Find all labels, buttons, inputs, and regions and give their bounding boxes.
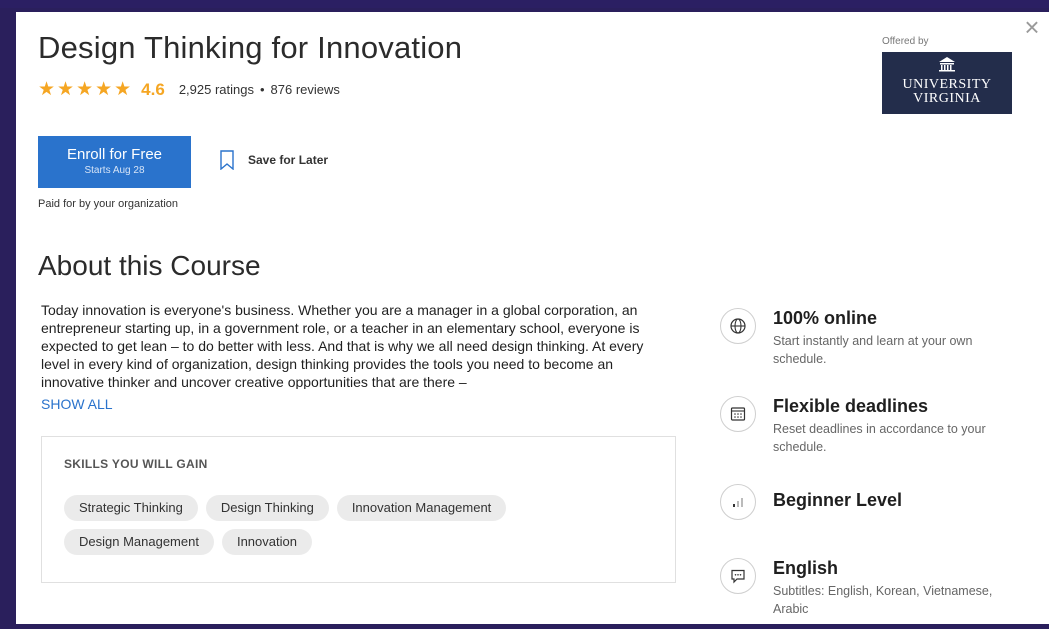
speech-bubble-icon	[720, 558, 756, 594]
ratings-summary: 2,925 ratings • 876 reviews	[179, 82, 340, 97]
enroll-button[interactable]: Enroll for Free Starts Aug 28	[38, 136, 191, 188]
level-bars-icon	[720, 484, 756, 520]
paid-note: Paid for by your organization	[38, 198, 179, 210]
offered-by-label: Offered by	[882, 36, 929, 47]
separator-dot: •	[259, 82, 265, 97]
rating-row: ★★★★★ 4.6 2,925 ratings • 876 reviews	[38, 78, 340, 101]
university-logo[interactable]: UNIVERSITY VIRGINIA	[882, 52, 1012, 114]
show-all-link[interactable]: SHOW ALL	[41, 396, 113, 412]
rotunda-icon	[882, 56, 1012, 76]
course-title: Design Thinking for Innovation	[38, 30, 463, 65]
rating-score: 4.6	[141, 79, 165, 99]
window-frame	[0, 0, 1049, 8]
course-description: Today innovation is everyone's business.…	[41, 302, 644, 389]
course-modal: × Design Thinking for Innovation ★★★★★ 4…	[16, 12, 1049, 624]
close-icon[interactable]: ×	[1021, 14, 1043, 40]
enroll-label: Enroll for Free	[66, 146, 163, 163]
calendar-icon	[720, 396, 756, 432]
skill-chip[interactable]: Innovation	[221, 529, 312, 555]
rating-stars-icon: ★★★★★	[38, 79, 134, 100]
feature-description: Reset deadlines in accordance to your sc…	[773, 422, 986, 454]
skill-chip[interactable]: Strategic Thinking	[64, 495, 198, 521]
globe-icon	[720, 308, 756, 344]
feature-title: 100% online	[773, 308, 878, 328]
feature-title: English	[773, 558, 839, 578]
ratings-count[interactable]: 2,925 ratings	[179, 82, 254, 97]
bookmark-icon	[220, 150, 234, 170]
feature-description: Subtitles: English, Korean, Vietnamese, …	[773, 584, 993, 616]
enroll-start-date: Starts Aug 28	[84, 165, 145, 176]
feature-title: Beginner Level	[773, 490, 903, 510]
save-for-later-label: Save for Later	[248, 153, 329, 167]
reviews-count[interactable]: 876 reviews	[271, 82, 340, 97]
skill-chip[interactable]: Design Thinking	[205, 495, 329, 521]
skill-chip[interactable]: Innovation Management	[336, 495, 507, 521]
skills-title: SKILLS YOU WILL GAIN	[64, 457, 208, 471]
logo-line-virginia: VIRGINIA	[913, 91, 981, 106]
skills-panel: SKILLS YOU WILL GAIN Strategic Thinking …	[41, 436, 676, 583]
save-for-later-button[interactable]: Save for Later	[220, 150, 328, 170]
logo-line-university: UNIVERSITY	[902, 77, 992, 92]
skills-chip-list: Strategic Thinking Design Thinking Innov…	[64, 495, 544, 563]
feature-title: Flexible deadlines	[773, 396, 929, 416]
feature-description: Start instantly and learn at your own sc…	[773, 334, 973, 366]
about-heading: About this Course	[38, 250, 261, 281]
skill-chip[interactable]: Design Management	[64, 529, 214, 555]
